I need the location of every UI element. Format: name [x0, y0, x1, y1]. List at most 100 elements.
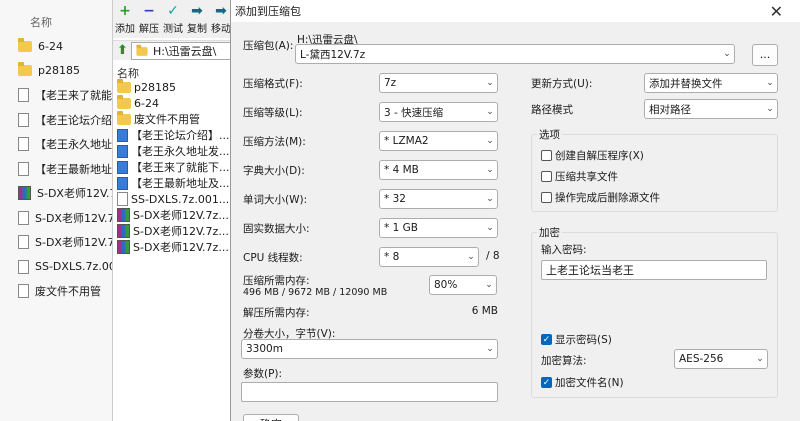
archive-list-item[interactable]: 6-24: [117, 94, 159, 111]
archive-icon: [117, 224, 130, 238]
explorer-name-header[interactable]: 名称: [30, 14, 52, 30]
file-icon: [18, 88, 29, 102]
explorer-list-item[interactable]: 【老王最新地址及: [18, 159, 123, 179]
folder-icon: [18, 37, 32, 52]
explorer-item-label: p28185: [38, 64, 80, 77]
shared-checkbox[interactable]: 压缩共享文件: [541, 169, 618, 184]
file-icon: [18, 112, 29, 127]
toolbar-button[interactable]: ✓ 测试: [161, 2, 185, 35]
explorer-item-label: 【老王永久地址发: [35, 138, 123, 151]
explorer-list-item[interactable]: S-DX老师12V.7z: [18, 208, 120, 228]
archive-list-item[interactable]: S-DX老师12V.7z...: [117, 207, 229, 223]
archive-list-item[interactable]: 【老王论坛介绍】...: [117, 127, 230, 143]
dict-combo[interactable]: * 4 MB ⌄: [379, 160, 498, 180]
explorer-list-item[interactable]: SS-DXLS.7z.001: [18, 257, 123, 277]
archive-list-item[interactable]: 【老王最新地址及...: [117, 175, 230, 191]
encrypt-names-checkbox[interactable]: ✓ 加密文件名(N): [541, 375, 624, 390]
split-combo[interactable]: 3300m ⌄: [241, 339, 498, 359]
params-input[interactable]: [241, 382, 498, 402]
close-icon[interactable]: ✕: [770, 2, 783, 21]
dialog-titlebar[interactable]: 添加到压缩包 ✕: [231, 0, 800, 22]
mem-percent-combo[interactable]: 80% ⌄: [429, 275, 497, 295]
chevron-down-icon: ⌄: [486, 165, 494, 175]
chevron-down-icon: ⌄: [486, 78, 494, 88]
password-label: 输入密码:: [541, 244, 587, 256]
archive-item-label: 【老王最新地址及...: [131, 177, 230, 190]
format-combo[interactable]: 7z ⌄: [379, 73, 498, 93]
browse-button[interactable]: ...: [752, 44, 778, 66]
archive-item-label: 【老王来了就能下...: [131, 161, 230, 174]
solid-combo[interactable]: * 1 GB ⌄: [379, 218, 498, 238]
ok-button[interactable]: 确定: [243, 414, 299, 421]
explorer-item-label: 废文件不用管: [35, 285, 101, 298]
explorer-list-item[interactable]: S-DX老师12V.7z: [18, 183, 122, 203]
document-icon: [117, 160, 128, 174]
explorer-list-item[interactable]: p28185: [18, 61, 80, 81]
threads-combo[interactable]: * 8 ⌄: [379, 247, 479, 267]
archive-item-label: SS-DXLS.7z.001...: [131, 192, 230, 206]
up-folder-icon[interactable]: ⬆: [117, 43, 128, 58]
toolbar-button[interactable]: + 添加: [113, 2, 137, 35]
word-combo[interactable]: * 32 ⌄: [379, 189, 498, 209]
archive-list-item[interactable]: SS-DXLS.7z.001...: [117, 191, 229, 207]
level-combo[interactable]: 3 - 快速压缩 ⌄: [379, 102, 498, 122]
toolbar-button-label: 添加: [115, 24, 135, 35]
document-icon: [117, 128, 128, 142]
archive-list-item[interactable]: 【老王永久地址发...: [117, 143, 230, 159]
file-icon: [117, 192, 128, 206]
explorer-item-label: S-DX老师12V.7z: [37, 187, 123, 200]
threads-label: CPU 线程数:: [243, 252, 303, 264]
explorer-list-item[interactable]: 【老王论坛介绍】: [18, 110, 123, 130]
pathmode-combo[interactable]: 相对路径 ⌄: [644, 99, 778, 119]
chevron-down-icon: ⌄: [766, 104, 774, 114]
mem-decomp-value: 6 MB: [471, 305, 498, 317]
explorer-list-item[interactable]: S-DX老师12V.7z: [18, 232, 120, 252]
explorer-list-item[interactable]: 废文件不用管: [18, 281, 101, 301]
archive-item-label: S-DX老师12V.7z...: [133, 225, 229, 238]
archive-list-item[interactable]: p28185: [117, 78, 176, 95]
archive-list-item[interactable]: 废文件不用管: [117, 110, 200, 127]
folder-icon: [117, 94, 131, 109]
explorer-item-label: 【老王来了就能下: [35, 89, 123, 102]
mem-decomp-label: 解压所需内存:: [243, 307, 310, 319]
file-icon: [18, 235, 29, 249]
folder-icon: [18, 62, 32, 76]
archive-list-item[interactable]: S-DX老师12V.7z...: [117, 239, 229, 255]
word-label: 单词大小(W):: [243, 194, 308, 206]
explorer-list-item[interactable]: 【老王来了就能下: [18, 85, 123, 105]
archive-name-combo[interactable]: L-黛西12V.7z ⌄: [295, 44, 735, 64]
folder-icon: [136, 44, 148, 56]
toolbar-button[interactable]: − 解压: [137, 2, 161, 35]
explorer-item-label: 【老王最新地址及: [35, 162, 123, 176]
explorer-item-label: SS-DXLS.7z.001: [35, 260, 123, 273]
mem-comp-label: 压缩所需内存:: [243, 275, 310, 287]
minus-icon: −: [143, 3, 155, 19]
explorer-item-label: S-DX老师12V.7z: [35, 211, 121, 225]
sfx-checkbox[interactable]: 创建自解压程序(X): [541, 148, 644, 163]
level-label: 压缩等级(L):: [243, 107, 303, 119]
method-combo[interactable]: * LZMA2 ⌄: [379, 131, 498, 151]
show-password-checkbox[interactable]: ✓ 显示密码(S): [541, 332, 612, 347]
explorer-item-label: S-DX老师12V.7z: [35, 236, 121, 249]
update-combo[interactable]: 添加并替换文件 ⌄: [644, 73, 778, 93]
enc-method-combo[interactable]: AES-256 ⌄: [674, 349, 768, 369]
7zip-file-manager: + 添加 − 解压 ✓ 测试 ➡ 复制 ➡ 移动 ⬆ H:\迅雷云盘\ 名称 p28185 6-24…: [112, 0, 236, 421]
method-label: 压缩方法(M):: [243, 136, 306, 148]
delete-after-checkbox[interactable]: 操作完成后删除源文件: [541, 190, 660, 205]
mem-comp-detail: 496 MB / 9672 MB / 12090 MB: [243, 287, 388, 298]
toolbar-button-label: 复制: [187, 24, 207, 35]
chevron-down-icon: ⌄: [486, 344, 494, 354]
7zip-path-field[interactable]: H:\迅雷云盘\: [131, 42, 236, 60]
7zip-address-bar: ⬆ H:\迅雷云盘\: [113, 40, 236, 60]
options-title: 选项: [537, 127, 562, 142]
archive-list-item[interactable]: 【老王来了就能下...: [117, 159, 230, 175]
params-label: 参数(P):: [243, 368, 283, 380]
archive-list-item[interactable]: S-DX老师12V.7z...: [117, 223, 229, 239]
toolbar-button[interactable]: ➡ 复制: [185, 2, 209, 35]
threads-max: / 8: [486, 250, 500, 262]
dialog-title: 添加到压缩包: [235, 5, 301, 18]
plus-icon: +: [119, 3, 131, 19]
explorer-list-item[interactable]: 6-24: [18, 36, 63, 56]
password-input[interactable]: 上老王论坛当老王: [541, 260, 767, 280]
explorer-list-item[interactable]: 【老王永久地址发: [18, 134, 123, 154]
